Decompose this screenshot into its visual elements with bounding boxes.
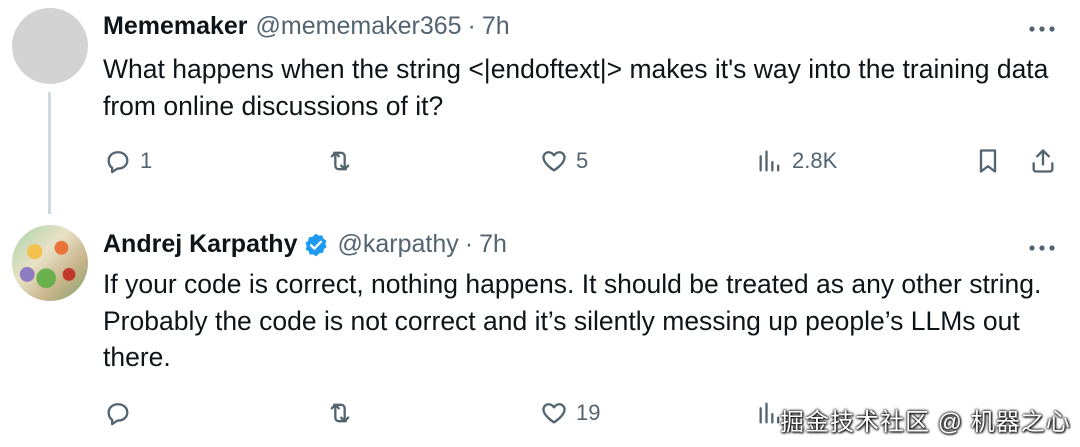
reply-icon — [107, 151, 129, 174]
separator-dot: · — [467, 12, 476, 40]
reply-button[interactable] — [104, 399, 140, 427]
tweet-header: Mememaker @mememaker365 · 7h — [103, 12, 510, 41]
more-icon[interactable] — [1028, 24, 1056, 34]
retweet-icon — [330, 151, 350, 171]
like-button[interactable]: 5 — [540, 147, 588, 175]
views-button[interactable]: 2.8K — [756, 147, 837, 175]
avatar[interactable] — [12, 8, 88, 84]
bookmark-icon — [979, 149, 997, 173]
reply-button[interactable]: 1 — [104, 147, 152, 175]
separator-dot: · — [464, 230, 474, 258]
view-count: 2.8K — [792, 148, 838, 173]
heart-icon — [542, 151, 566, 172]
share-button[interactable] — [1029, 147, 1057, 175]
user-handle[interactable]: @karpathy — [337, 230, 458, 259]
tweet-header: Andrej Karpathy @karpathy · 7h — [103, 230, 507, 259]
tweet-text: If your code is correct, nothing happens… — [103, 269, 1042, 372]
avatar[interactable] — [12, 225, 88, 301]
tweet-mememaker[interactable]: Mememaker @mememaker365 · 7h What happen… — [0, 0, 1080, 215]
timestamp[interactable]: 7h — [479, 230, 507, 259]
retweet-icon — [330, 403, 350, 423]
tweet-text: What happens when the string <|endoftext… — [103, 54, 1049, 121]
verified-badge-icon — [305, 233, 328, 256]
share-icon — [1032, 149, 1054, 173]
views-icon — [759, 150, 780, 172]
watermark: 掘金技术社区 @ 机器之心 — [780, 409, 1071, 436]
more-icon[interactable] — [1028, 243, 1056, 253]
like-button[interactable]: 19 — [540, 399, 600, 427]
reply-count: 1 — [140, 148, 153, 173]
thread-line — [48, 92, 51, 214]
like-count: 5 — [576, 148, 589, 173]
user-handle[interactable]: @mememaker365 — [256, 12, 462, 41]
display-name[interactable]: Andrej Karpathy — [103, 230, 297, 259]
retweet-button[interactable] — [326, 147, 362, 175]
retweet-button[interactable] — [326, 399, 362, 427]
display-name[interactable]: Mememaker — [103, 12, 248, 41]
reply-icon — [107, 403, 129, 426]
heart-icon — [542, 403, 566, 424]
like-count: 19 — [576, 400, 601, 425]
timestamp[interactable]: 7h — [482, 12, 510, 41]
bookmark-button[interactable] — [974, 147, 1002, 175]
